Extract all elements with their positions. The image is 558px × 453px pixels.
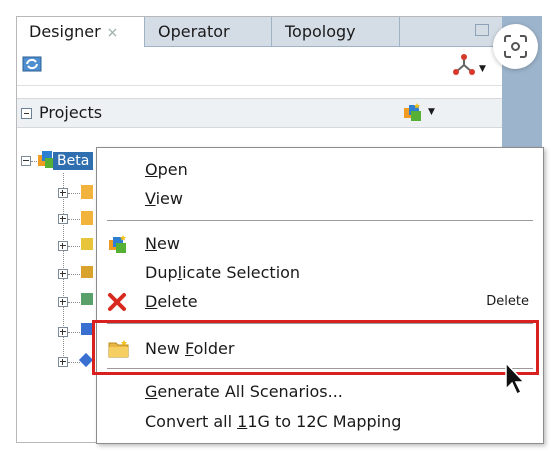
tab-operator-label: Operator <box>158 22 230 41</box>
menu-item-new[interactable]: New <box>97 230 543 258</box>
tree-connector <box>68 332 80 333</box>
refresh-icon[interactable] <box>21 53 43 75</box>
highlight-box <box>92 320 539 375</box>
designer-toolbar: ▼ <box>17 47 503 86</box>
folder-icon <box>81 211 93 225</box>
collapse-icon[interactable] <box>21 108 32 119</box>
expand-icon[interactable] <box>58 241 68 251</box>
delete-x-icon <box>108 293 126 311</box>
expand-icon[interactable] <box>58 357 68 367</box>
tree-connector <box>68 246 80 247</box>
tree-connector <box>68 302 80 303</box>
chevron-down-icon[interactable]: ▼ <box>479 64 486 74</box>
tree-connector <box>68 362 80 363</box>
variable-icon <box>81 238 93 250</box>
menu-item-view[interactable]: View <box>97 185 543 213</box>
expand-icon[interactable] <box>58 269 68 279</box>
tab-topology[interactable]: Topology <box>273 17 400 46</box>
menu-item-label: New <box>145 234 180 253</box>
projects-label: Projects <box>39 103 103 122</box>
menu-item-label: Open <box>145 160 188 179</box>
new-icon <box>109 235 126 253</box>
connect-navigator-icon[interactable] <box>451 53 477 77</box>
sequence-icon <box>81 266 93 278</box>
new-project-icon[interactable] <box>402 102 424 122</box>
menu-item-open[interactable]: Open <box>97 156 543 184</box>
menu-separator <box>107 220 533 221</box>
tab-topology-label: Topology <box>285 22 356 41</box>
menu-item-label: View <box>145 189 183 208</box>
screen-capture-button[interactable] <box>493 24 538 69</box>
menu-item-delete[interactable]: Delete Delete <box>97 288 543 316</box>
collapse-icon[interactable] <box>21 156 31 166</box>
tab-designer[interactable]: Designer × <box>17 17 145 47</box>
menu-item-duplicate-selection[interactable]: Duplicate Selection <box>97 259 543 287</box>
tab-close-icon[interactable]: × <box>107 25 119 41</box>
context-menu: Open View New Duplicate Selection Delete… <box>96 147 544 444</box>
expand-icon[interactable] <box>58 297 68 307</box>
tab-bar: Designer × Operator Topology <box>17 17 503 47</box>
mouse-cursor-icon <box>505 361 526 396</box>
menu-item-label: Delete <box>145 292 198 311</box>
menu-item-label: Convert all 11G to 12C Mapping <box>145 412 402 431</box>
expand-icon[interactable] <box>58 188 68 198</box>
chevron-down-icon[interactable]: ▼ <box>428 107 435 117</box>
menu-item-generate-all-scenarios[interactable]: Generate All Scenarios... <box>97 378 543 406</box>
tab-designer-label: Designer <box>29 22 101 41</box>
tab-operator[interactable]: Operator <box>146 17 272 46</box>
tree-node-beta[interactable]: Beta <box>53 152 94 170</box>
scan-icon <box>504 35 527 58</box>
menu-item-label: Duplicate Selection <box>145 263 301 282</box>
menu-item-shortcut: Delete <box>486 294 529 309</box>
menu-item-convert-mapping[interactable]: Convert all 11G to 12C Mapping <box>97 408 543 436</box>
tree-connector <box>68 219 80 220</box>
folder-icon <box>81 185 93 199</box>
marker-icon <box>78 352 94 368</box>
projects-accordion-header[interactable]: Projects ▼ <box>17 98 503 128</box>
expand-icon[interactable] <box>58 214 68 224</box>
tree-connector <box>68 193 80 194</box>
tree-connector <box>68 274 80 275</box>
expand-icon[interactable] <box>58 327 68 337</box>
minimize-icon[interactable] <box>475 24 489 36</box>
procedure-icon <box>81 293 93 305</box>
menu-item-label: Generate All Scenarios... <box>145 382 343 401</box>
